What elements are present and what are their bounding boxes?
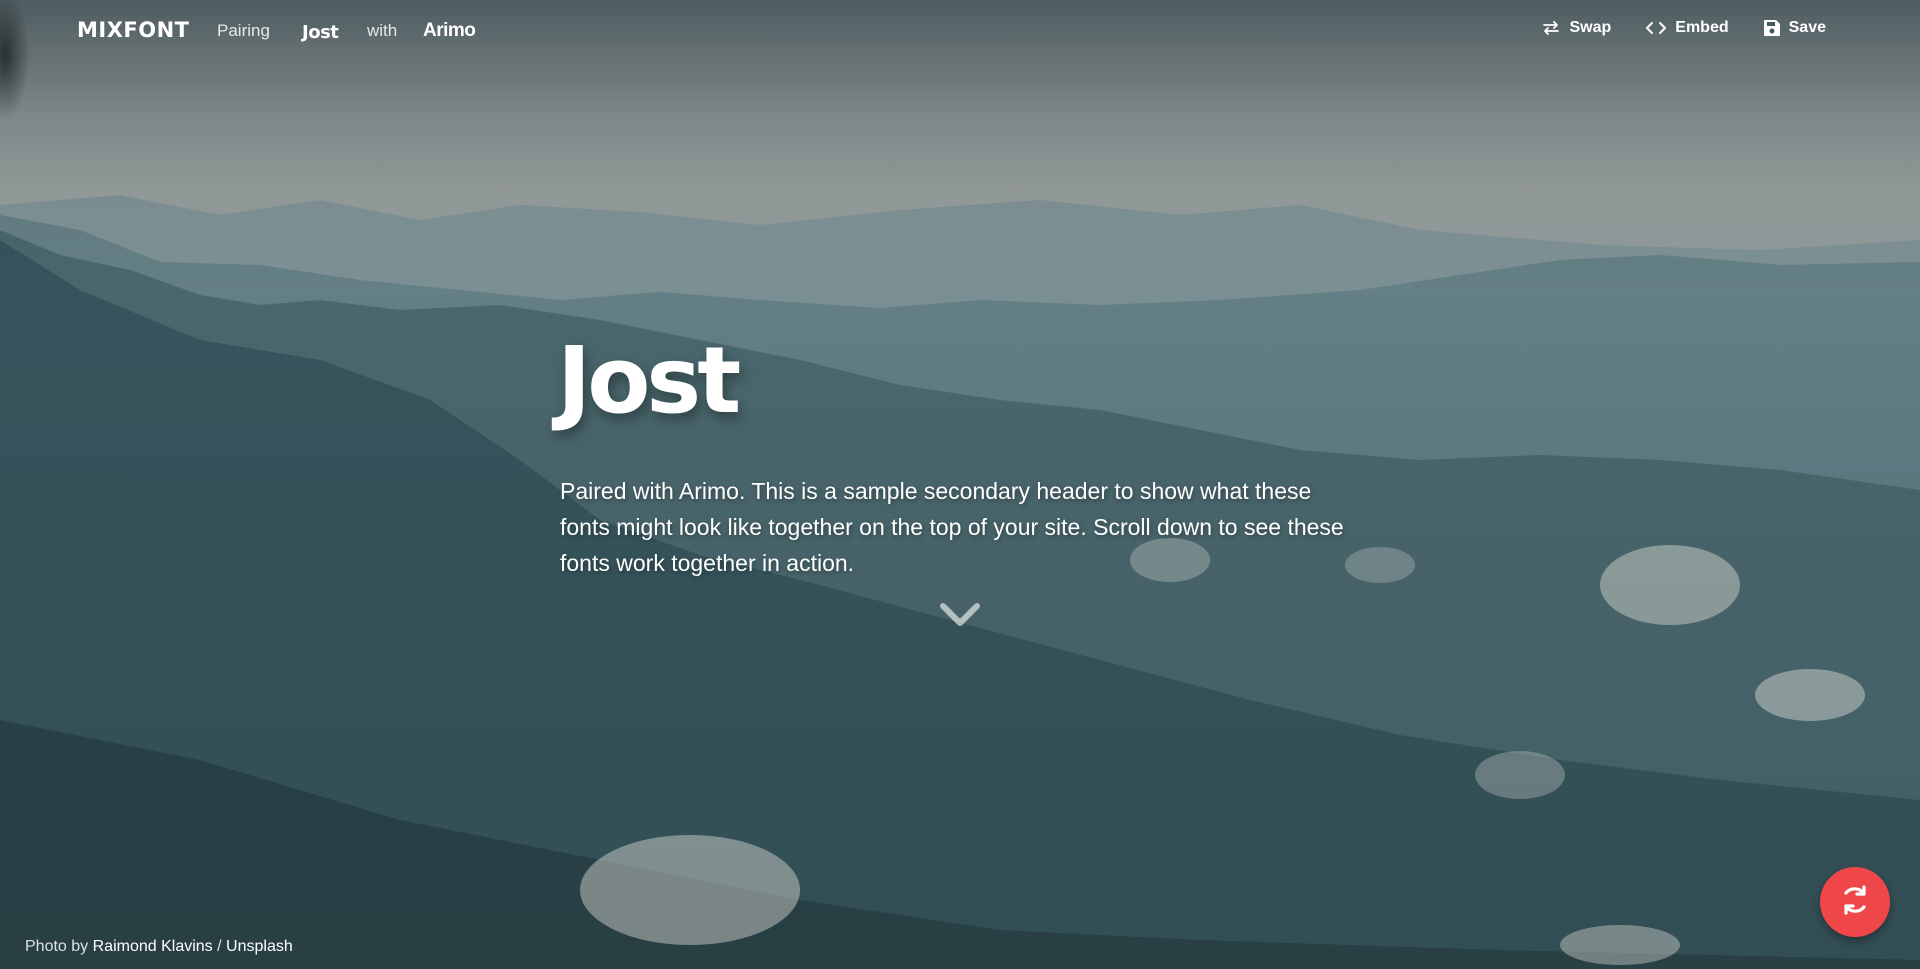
chevron-down-icon bbox=[938, 603, 982, 638]
embed-button[interactable]: Embed bbox=[1645, 19, 1729, 37]
nav-actions: Swap Embed Save bbox=[1541, 19, 1826, 37]
scroll-down-button[interactable] bbox=[938, 598, 982, 634]
save-icon bbox=[1763, 19, 1781, 37]
secondary-font-selector[interactable]: Arimo bbox=[423, 20, 476, 42]
swap-icon bbox=[1541, 20, 1561, 36]
photo-credit: Photo by Raimond Klavins / Unsplash bbox=[25, 938, 293, 956]
code-icon bbox=[1645, 20, 1667, 36]
credit-author-link[interactable]: Raimond Klavins bbox=[93, 938, 213, 955]
with-label: with bbox=[367, 21, 398, 40]
top-nav: MIXFONT Pairing Jost with Arimo Swap Emb… bbox=[0, 0, 1920, 64]
embed-label: Embed bbox=[1675, 19, 1729, 36]
credit-source-link[interactable]: Unsplash bbox=[226, 938, 293, 955]
shuffle-fab-button[interactable] bbox=[1820, 867, 1890, 937]
hero-title: Jost bbox=[557, 327, 741, 434]
pairing-label: Pairing bbox=[217, 21, 270, 40]
refresh-icon bbox=[1838, 883, 1872, 922]
save-label: Save bbox=[1788, 19, 1826, 36]
swap-label: Swap bbox=[1569, 19, 1612, 36]
credit-prefix: Photo by bbox=[25, 938, 89, 955]
hero-subtitle: Paired with Arimo. This is a sample seco… bbox=[560, 478, 1344, 576]
primary-font-selector[interactable]: Jost bbox=[302, 22, 339, 43]
brand-logo[interactable]: MIXFONT bbox=[77, 18, 190, 42]
swap-button[interactable]: Swap bbox=[1541, 19, 1611, 37]
save-button[interactable]: Save bbox=[1763, 19, 1826, 37]
hero-section: MIXFONT Pairing Jost with Arimo Swap Emb… bbox=[0, 0, 1920, 969]
credit-separator: / bbox=[217, 938, 222, 955]
